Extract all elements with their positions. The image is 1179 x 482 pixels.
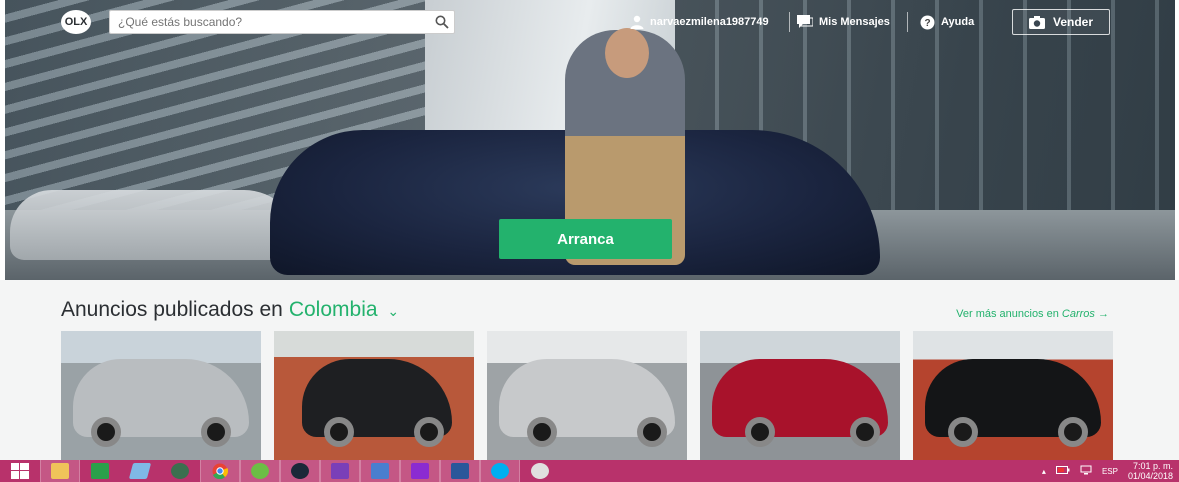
car-wheel <box>414 417 444 447</box>
system-tray: ▴ ESP 7:01 p. m. 01/04/2018 <box>1042 460 1173 482</box>
section-title: Anuncios publicados en Colombia ⌄ <box>61 298 399 322</box>
user-icon <box>630 15 644 29</box>
paint-icon[interactable] <box>520 460 560 482</box>
chat-icon <box>797 15 813 29</box>
clock-time: 7:01 p. m. <box>1132 461 1173 471</box>
windows-start-icon[interactable] <box>0 460 40 482</box>
car-wheel <box>201 417 231 447</box>
user-menu[interactable]: narvaezmilena1987749 <box>630 10 769 34</box>
skype-icon[interactable] <box>480 460 520 482</box>
user-name: narvaezmilena1987749 <box>650 16 769 28</box>
listing-cards <box>61 331 1113 460</box>
car-wheel <box>850 417 880 447</box>
settings-gear-icon[interactable] <box>160 460 200 482</box>
car-wheel <box>1058 417 1088 447</box>
messages-label: Mis Mensajes <box>819 16 890 28</box>
windows-taskbar: ▴ ESP 7:01 p. m. 01/04/2018 <box>0 460 1179 482</box>
steam-icon[interactable] <box>280 460 320 482</box>
more-listings-category: Carros <box>1061 308 1095 320</box>
car-wheel <box>324 417 354 447</box>
listing-card[interactable] <box>700 331 900 460</box>
help-link[interactable]: ? Ayuda <box>920 10 974 34</box>
car-wheel <box>745 417 775 447</box>
hero-background-car <box>10 190 300 260</box>
more-listings-prefix: Ver más anuncios en <box>956 308 1059 320</box>
listing-card[interactable] <box>487 331 687 460</box>
search-app-icon[interactable] <box>400 460 440 482</box>
help-icon: ? <box>920 15 935 30</box>
battery-icon[interactable] <box>1055 465 1070 477</box>
search-bar[interactable] <box>109 10 455 34</box>
notes-icon[interactable] <box>120 460 160 482</box>
camera-icon <box>1028 15 1045 29</box>
chrome-icon[interactable] <box>200 460 240 482</box>
more-listings-link[interactable]: Ver más anuncios en Carros → <box>956 308 1109 320</box>
listing-card[interactable] <box>61 331 261 460</box>
chevron-up-icon[interactable]: ▴ <box>1042 467 1046 476</box>
messenger-icon[interactable] <box>360 460 400 482</box>
app-settings-icon[interactable] <box>320 460 360 482</box>
file-explorer-icon[interactable] <box>40 460 80 482</box>
language-indicator[interactable]: ESP <box>1102 467 1118 476</box>
arrow-right-icon: → <box>1098 308 1109 320</box>
car-wheel <box>91 417 121 447</box>
chevron-down-icon[interactable]: ⌄ <box>387 303 399 319</box>
network-icon[interactable] <box>1080 465 1092 477</box>
listing-card[interactable] <box>913 331 1113 460</box>
listing-card[interactable] <box>274 331 474 460</box>
car-wheel <box>637 417 667 447</box>
arranca-button[interactable]: Arranca <box>499 219 672 259</box>
sell-button[interactable]: Vender <box>1012 9 1110 35</box>
messages-link[interactable]: Mis Mensajes <box>797 10 890 34</box>
car-wheel <box>948 417 978 447</box>
hero-person-head <box>605 28 649 78</box>
section-title-prefix: Anuncios publicados en <box>61 298 283 321</box>
search-icon[interactable] <box>430 10 454 34</box>
location-label: Colombia <box>288 298 378 321</box>
word-icon[interactable] <box>440 460 480 482</box>
clock[interactable]: 7:01 p. m. 01/04/2018 <box>1128 461 1173 481</box>
sell-label: Vender <box>1052 15 1094 29</box>
car-wheel <box>527 417 557 447</box>
help-label: Ayuda <box>941 16 975 28</box>
store-icon[interactable] <box>80 460 120 482</box>
utorrent-icon[interactable] <box>240 460 280 482</box>
olx-logo[interactable]: OLX <box>61 10 91 34</box>
listings-section: Anuncios publicados en Colombia ⌄ Ver má… <box>0 280 1179 460</box>
svg-text:?: ? <box>924 18 930 29</box>
search-input[interactable] <box>110 11 430 33</box>
clock-date: 01/04/2018 <box>1127 471 1173 481</box>
location-selector[interactable]: Colombia ⌄ <box>289 298 399 322</box>
